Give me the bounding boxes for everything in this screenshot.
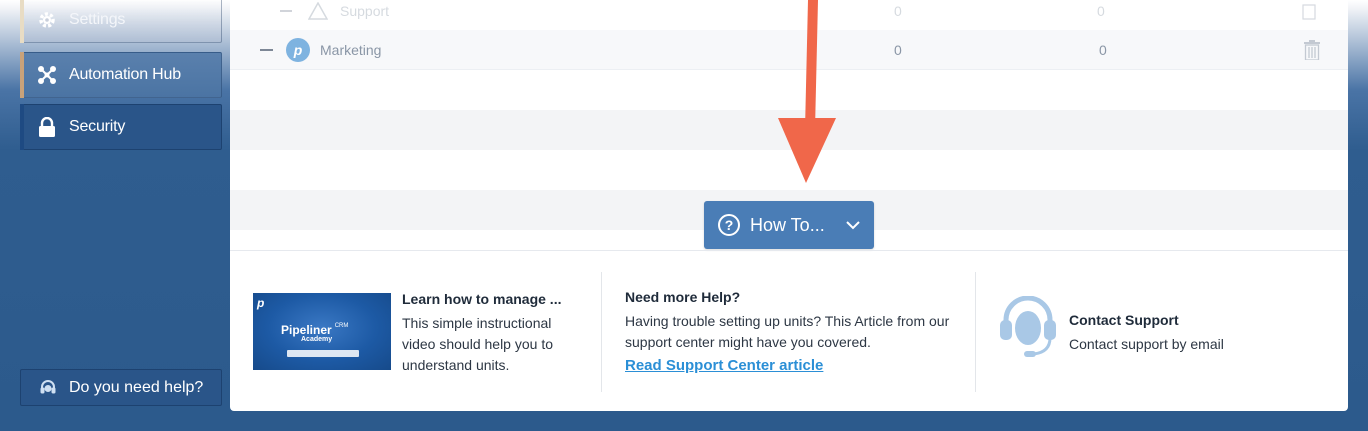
- video-title[interactable]: Learn how to manage ...: [402, 291, 561, 307]
- article-title: Need more Help?: [625, 289, 741, 305]
- headset-icon: [39, 379, 57, 397]
- column-divider: [975, 272, 976, 392]
- lock-icon: [37, 117, 57, 137]
- item-accent-bar: [20, 52, 24, 98]
- unit-name[interactable]: Marketing: [320, 30, 381, 69]
- collapse-toggle[interactable]: [280, 0, 292, 30]
- sidebar-item-security[interactable]: Security: [20, 104, 222, 150]
- chevron-down-icon: [846, 220, 860, 230]
- empty-row: [230, 110, 1348, 150]
- item-accent-bar: [20, 104, 24, 150]
- delete-icon[interactable]: [1304, 30, 1320, 69]
- support-article-link[interactable]: Read Support Center article: [625, 357, 823, 374]
- question-icon: ?: [718, 214, 740, 236]
- gear-icon: [37, 10, 57, 30]
- thumb-brand: Pipeliner CRM: [281, 323, 349, 337]
- warning-icon: [308, 0, 328, 30]
- collapse-toggle[interactable]: [260, 30, 273, 69]
- headset-support-icon: [1000, 296, 1056, 357]
- delete-icon[interactable]: [1302, 0, 1316, 30]
- thumb-caption-bar: [287, 350, 359, 357]
- how-to-label: How To...: [750, 214, 825, 235]
- contact-title[interactable]: Contact Support: [1069, 312, 1179, 328]
- unit-value-1: 0: [894, 3, 902, 19]
- company-logo-icon: p: [286, 30, 310, 69]
- table-row[interactable]: p Marketing 0 0: [230, 30, 1348, 70]
- network-icon: [37, 65, 57, 85]
- table-row[interactable]: Support 0 0: [230, 0, 1348, 30]
- video-thumbnail[interactable]: p Pipeliner CRM Academy: [253, 293, 391, 370]
- sidebar-item-settings[interactable]: Settings: [20, 0, 222, 43]
- main-panel: Support 0 0 p Marketing 0 0 ? How To... …: [230, 0, 1348, 411]
- unit-value-1: 0: [894, 41, 902, 58]
- contact-description: Contact support by email: [1069, 336, 1224, 352]
- video-description: This simple instructional video should h…: [402, 315, 553, 373]
- sidebar-item-automation-hub[interactable]: Automation Hub: [20, 52, 222, 98]
- how-to-button[interactable]: ? How To...: [704, 201, 874, 249]
- column-divider: [601, 272, 602, 392]
- unit-value-2: 0: [1099, 41, 1107, 58]
- sidebar-item-label: Security: [69, 118, 126, 135]
- sidebar-item-label: Automation Hub: [69, 66, 181, 83]
- pipeliner-logo-icon: p: [257, 296, 265, 310]
- need-help-label: Do you need help?: [69, 378, 204, 396]
- sidebar-item-label: Settings: [69, 11, 126, 28]
- item-accent-bar: [20, 0, 24, 43]
- unit-value-2: 0: [1097, 3, 1105, 19]
- article-description: Having trouble setting up units? This Ar…: [625, 313, 950, 350]
- need-help-button[interactable]: Do you need help?: [20, 369, 222, 406]
- section-divider: [230, 250, 1348, 251]
- thumb-academy: Academy: [301, 336, 333, 343]
- unit-name[interactable]: Support: [340, 0, 389, 30]
